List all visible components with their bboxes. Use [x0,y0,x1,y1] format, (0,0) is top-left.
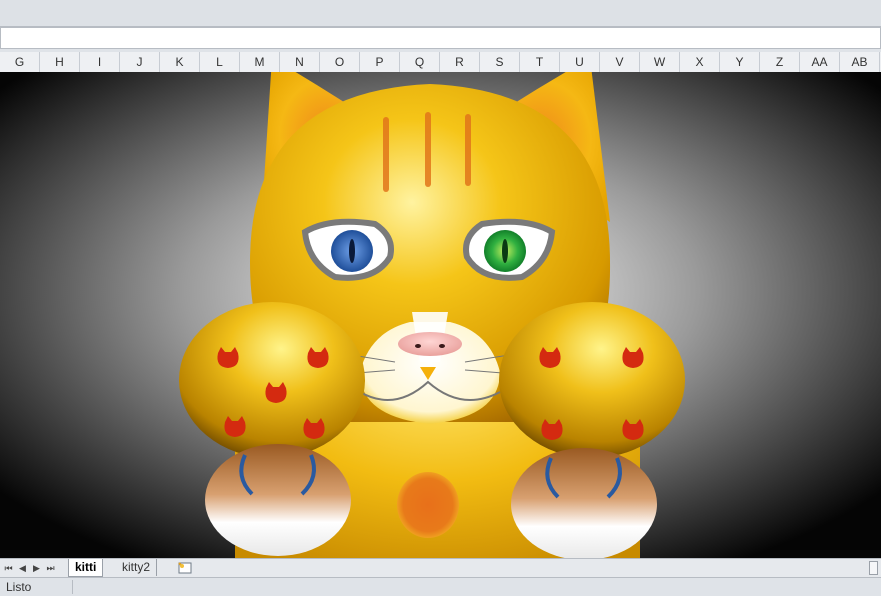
worksheet-canvas[interactable] [0,72,881,558]
column-header-y[interactable]: Y [720,52,760,72]
nostril [439,344,445,348]
status-separator [72,580,73,594]
column-header-ab[interactable]: AB [840,52,880,72]
column-header-p[interactable]: P [360,52,400,72]
column-header-m[interactable]: M [240,52,280,72]
nostril [415,344,421,348]
column-header-r[interactable]: R [440,52,480,72]
column-header-v[interactable]: V [600,52,640,72]
forehead-stripe [465,114,471,186]
cat-nose [398,332,462,356]
right-foot [511,448,657,558]
right-pupil [502,239,508,263]
column-header-j[interactable]: J [120,52,160,72]
column-header-x[interactable]: X [680,52,720,72]
forehead-stripe [425,112,431,187]
left-foot [205,444,351,556]
belly-spot [397,472,459,538]
column-header-o[interactable]: O [320,52,360,72]
next-sheet-icon[interactable]: ▶ [31,562,42,574]
column-header-aa[interactable]: AA [800,52,840,72]
forehead-stripe [383,117,389,192]
left-pupil [349,239,355,263]
column-headers: G H I J K L M N O P Q R S T U V W X Y Z AA AB [0,52,881,73]
left-paw [179,302,365,458]
column-header-t[interactable]: T [520,52,560,72]
sheet-tab-kitti[interactable]: kitti [68,559,104,577]
ribbon-area [0,0,881,27]
horizontal-scrollbar[interactable] [869,561,878,575]
last-sheet-icon[interactable]: ⏭ [45,562,56,574]
column-header-u[interactable]: U [560,52,600,72]
column-header-n[interactable]: N [280,52,320,72]
column-header-q[interactable]: Q [400,52,440,72]
column-header-g[interactable]: G [0,52,40,72]
formula-bar[interactable] [0,27,881,49]
column-header-i[interactable]: I [80,52,120,72]
status-text: Listo [6,580,32,594]
column-header-k[interactable]: K [160,52,200,72]
column-header-l[interactable]: L [200,52,240,72]
sheet-tab-kitty2[interactable]: kitty2 [116,559,158,576]
kitty-drawing [0,72,881,558]
column-header-w[interactable]: W [640,52,680,72]
column-header-z[interactable]: Z [760,52,800,72]
sheet-tab-bar: ⏮ ◀ ▶ ⏭ kitti kitty2 [0,558,881,578]
column-header-h[interactable]: H [40,52,80,72]
right-paw [499,302,685,458]
column-header-s[interactable]: S [480,52,520,72]
status-bar: Listo [0,577,881,596]
insert-sheet-icon[interactable] [174,561,196,575]
first-sheet-icon[interactable]: ⏮ [3,562,14,574]
prev-sheet-icon[interactable]: ◀ [17,562,28,574]
